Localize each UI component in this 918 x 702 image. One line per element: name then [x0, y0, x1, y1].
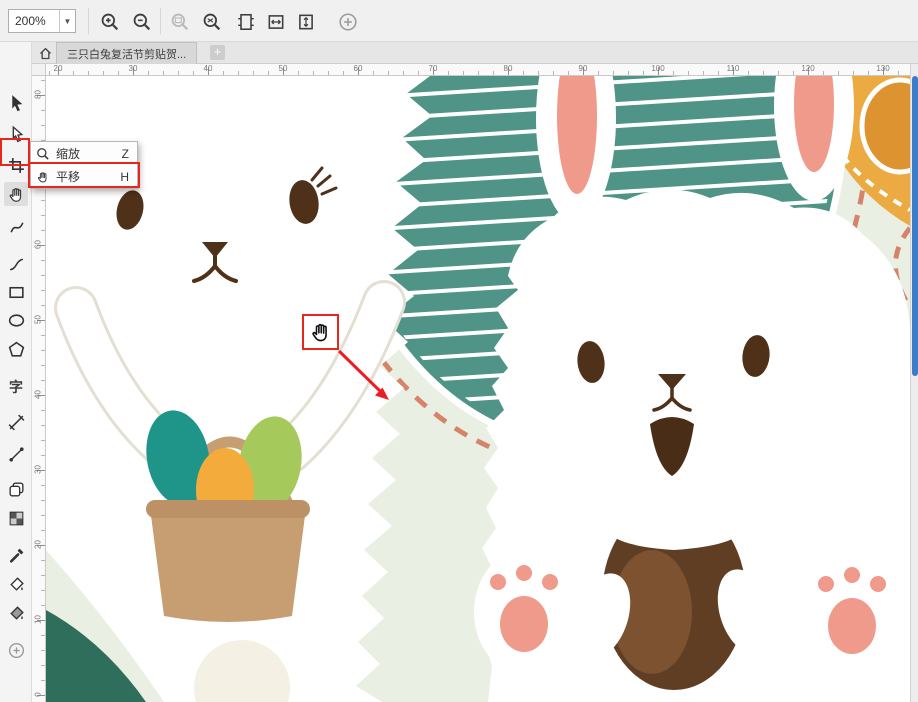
new-document-tab-button[interactable]: + [210, 45, 225, 60]
brush-stroke-icon [7, 255, 26, 274]
fill-bucket-icon [7, 574, 26, 593]
rectangle-icon [7, 283, 26, 302]
zoom-out-button[interactable] [130, 10, 154, 34]
basket [146, 500, 310, 622]
crop-tool[interactable] [4, 153, 28, 177]
zoom-page-height-icon [296, 12, 316, 32]
transparency-tool[interactable] [4, 506, 28, 530]
smart-fill-tool[interactable] [4, 600, 28, 624]
zoom-to-page-width-button[interactable] [264, 10, 288, 34]
zoom-page-width-icon [266, 12, 286, 32]
toolbox: 字 [0, 42, 32, 702]
vertical-scrollbar-thumb[interactable] [912, 76, 918, 376]
add-tools-button[interactable] [4, 638, 28, 662]
canvas[interactable] [46, 76, 910, 702]
zoom-to-page-height-button[interactable] [294, 10, 318, 34]
zoom-to-selection-button [168, 10, 192, 34]
document-tab-bar: 三只白兔复活节剪贴贺... + [32, 42, 918, 64]
dimension-line-icon [7, 413, 26, 432]
flyout-item-label: 缩放 [56, 145, 122, 162]
easter-bunny-artwork [46, 76, 910, 702]
connector-tool[interactable] [4, 442, 28, 466]
flyout-item-shortcut: H [120, 170, 129, 184]
eyedropper-tool[interactable] [4, 543, 28, 567]
polygon-tool[interactable] [4, 337, 28, 361]
left-foot [474, 550, 574, 674]
freehand-tool[interactable] [4, 215, 28, 239]
ruler-origin-corner[interactable] [32, 64, 46, 76]
toolbar-separator [88, 8, 89, 34]
zoom-out-icon [132, 12, 152, 32]
magnifier-icon [36, 147, 50, 161]
text-tool[interactable]: 字 [4, 375, 28, 399]
dimension-tool[interactable] [4, 410, 28, 434]
zoom-selection-icon [170, 12, 190, 32]
ellipse-tool[interactable] [4, 308, 28, 332]
plus-circle-icon [338, 12, 358, 32]
stacked-rects-icon [7, 480, 26, 499]
polygon-icon [7, 340, 26, 359]
horizontal-ruler[interactable]: 2030405060708090100110120130 [46, 64, 910, 76]
chevron-down-icon[interactable]: ▼ [59, 10, 75, 32]
shape-arrow-icon [7, 125, 26, 144]
connector-line-icon [7, 445, 26, 464]
crop-icon [7, 156, 26, 175]
flyout-item-shortcut: Z [122, 147, 129, 161]
curve-icon [7, 218, 26, 237]
checkerboard-icon [7, 509, 26, 528]
pan-cursor-annotation [302, 314, 339, 350]
artistic-media-tool[interactable] [4, 252, 28, 276]
ellipse-icon [7, 311, 26, 330]
vertical-scrollbar[interactable] [910, 64, 918, 702]
flyout-item-pan[interactable]: 平移 H [31, 165, 137, 188]
document-tab[interactable]: 三只白兔复活节剪贴贺... [56, 42, 197, 64]
rectangle-tool[interactable] [4, 280, 28, 304]
top-toolbar: 200% ▼ [0, 0, 918, 42]
app-window: 200% ▼ [0, 0, 918, 702]
contour-tool[interactable] [4, 477, 28, 501]
welcome-home-button[interactable] [36, 44, 54, 62]
document-tab-title: 三只白兔复活节剪贴贺... [67, 46, 186, 62]
shape-tool[interactable] [4, 122, 28, 146]
flyout-item-label: 平移 [56, 168, 120, 185]
pan-tool[interactable] [4, 182, 28, 206]
flyout-item-zoom[interactable]: 缩放 Z [31, 142, 137, 165]
toolbar-separator [160, 8, 161, 34]
zoom-to-page-button[interactable] [234, 10, 258, 34]
zoom-to-all-button[interactable] [200, 10, 224, 34]
zoom-page-icon [236, 12, 256, 32]
pick-tool[interactable] [4, 90, 28, 114]
customize-toolbar-button[interactable] [336, 10, 360, 34]
hand-cursor-icon [309, 320, 333, 344]
zoom-level-value: 200% [9, 14, 59, 28]
home-icon [38, 46, 53, 61]
pick-arrow-icon [7, 93, 26, 112]
right-foot [802, 552, 902, 676]
zoom-all-icon [202, 12, 222, 32]
smart-fill-icon [7, 603, 26, 622]
plus-circle-icon [7, 641, 26, 660]
hand-icon [7, 185, 26, 204]
eyedropper-icon [7, 546, 26, 565]
hruler-major-ticks [46, 67, 910, 75]
zoom-pan-flyout-menu: 缩放 Z 平移 H [30, 141, 138, 189]
zoom-level-select[interactable]: 200% ▼ [8, 9, 76, 33]
zoom-in-icon [100, 12, 120, 32]
hand-icon [36, 170, 50, 184]
zoom-in-button[interactable] [98, 10, 122, 34]
text-tool-glyph: 字 [9, 377, 23, 397]
interactive-fill-tool[interactable] [4, 571, 28, 595]
